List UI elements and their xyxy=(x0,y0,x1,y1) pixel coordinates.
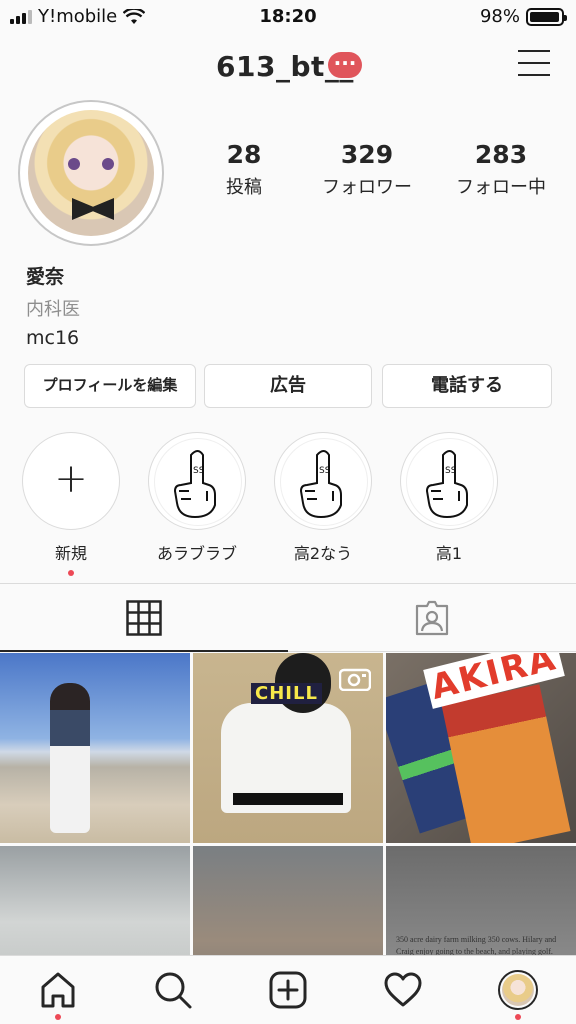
highlight-cover[interactable]: SS xyxy=(148,432,246,530)
post-sticker-text: CHILL xyxy=(251,683,322,704)
tab-tagged[interactable] xyxy=(288,584,576,652)
nav-activity[interactable] xyxy=(383,970,423,1010)
call-button[interactable]: 電話する xyxy=(382,364,552,408)
middle-finger-icon: SS xyxy=(425,450,468,519)
video-icon xyxy=(339,668,371,691)
profile-header: 613_bt__ ··· xyxy=(0,34,576,98)
add-post-icon xyxy=(269,971,307,1009)
nav-add-post[interactable] xyxy=(268,970,308,1010)
posts-count: 28 xyxy=(226,140,262,169)
status-bar: Y!mobile 18:20 98% xyxy=(0,0,576,34)
post-thumbnail[interactable]: CHILL xyxy=(193,653,383,843)
svg-text:SS: SS xyxy=(445,466,457,476)
profile-actions: プロフィールを編集 広告 電話する xyxy=(24,364,552,408)
display-name: 愛奈 xyxy=(26,266,65,288)
search-icon xyxy=(155,972,192,1009)
highlight-label: 新規 xyxy=(54,544,87,563)
notification-badge[interactable]: ··· xyxy=(328,52,362,78)
highlight-cover[interactable]: SS xyxy=(400,432,498,530)
battery-info: 98% xyxy=(479,6,567,27)
following-count: 283 xyxy=(474,140,528,169)
heart-icon xyxy=(384,972,422,1007)
new-indicator-dot xyxy=(68,570,74,576)
post-thumbnail[interactable]: 350 acre dairy farm milking 350 cows. Hi… xyxy=(386,846,576,955)
battery-percent: 98% xyxy=(479,6,520,27)
plus-icon: + xyxy=(54,456,88,502)
following-label: フォロー中 xyxy=(456,177,546,198)
battery-icon xyxy=(526,7,567,26)
bio-text: mc16 xyxy=(26,327,80,349)
post-thumbnail[interactable] xyxy=(0,653,190,843)
grid-icon xyxy=(126,600,162,636)
nav-search[interactable] xyxy=(153,970,193,1010)
post-paper-text: 350 acre dairy farm milking 350 cows. Hi… xyxy=(396,935,557,955)
nav-home[interactable] xyxy=(38,970,78,1020)
new-highlight-circle[interactable]: + xyxy=(22,432,120,530)
edit-profile-button[interactable]: プロフィールを編集 xyxy=(24,364,196,408)
notification-dot xyxy=(515,1014,521,1020)
bottom-nav xyxy=(0,955,576,1024)
highlight-label: 高1 xyxy=(435,544,463,563)
highlight-label: 高2なう xyxy=(293,544,353,563)
posts-label: 投稿 xyxy=(226,177,262,198)
avatar-image xyxy=(28,110,154,236)
tagged-person-icon xyxy=(415,600,449,636)
middle-finger-icon: SS xyxy=(299,450,342,519)
tab-grid[interactable] xyxy=(0,584,288,652)
stat-following[interactable]: 283 フォロー中 xyxy=(436,140,566,199)
highlight-item[interactable]: SS あラブラブ xyxy=(147,432,247,564)
post-thumbnail[interactable] xyxy=(0,846,190,955)
stat-posts[interactable]: 28 投稿 xyxy=(214,140,274,199)
svg-text:SS: SS xyxy=(193,466,205,476)
notification-dot xyxy=(55,1014,61,1020)
highlight-item[interactable]: SS 高1 xyxy=(399,432,499,564)
svg-text:SS: SS xyxy=(319,466,331,476)
stat-followers[interactable]: 329 フォロワー xyxy=(312,140,422,199)
profile-avatar-icon xyxy=(498,970,538,1010)
highlight-new[interactable]: + 新規 xyxy=(21,432,121,576)
promotions-button[interactable]: 広告 xyxy=(204,364,372,408)
profile-category: 内科医 xyxy=(26,299,80,320)
highlight-cover[interactable]: SS xyxy=(274,432,372,530)
story-highlights: + 新規 SS あラブラブ SS 高2なう SS 高1 xyxy=(0,432,576,576)
profile-avatar[interactable] xyxy=(18,100,164,246)
highlight-item[interactable]: SS 高2なう xyxy=(273,432,373,564)
middle-finger-icon: SS xyxy=(173,450,216,519)
home-icon xyxy=(41,972,75,1008)
followers-label: フォロワー xyxy=(322,177,412,198)
profile-bio: 愛奈 内科医 mc16 xyxy=(26,262,80,349)
highlight-label: あラブラブ xyxy=(156,544,237,563)
profile-tabs xyxy=(0,583,576,652)
post-thumbnail[interactable] xyxy=(193,846,383,955)
nav-profile[interactable] xyxy=(498,970,538,1020)
posts-grid: CHILL AKIRA 350 acre dairy farm milking … xyxy=(0,653,576,955)
followers-count: 329 xyxy=(340,140,394,169)
hamburger-icon[interactable] xyxy=(518,50,550,78)
post-thumbnail[interactable]: AKIRA xyxy=(386,653,576,843)
